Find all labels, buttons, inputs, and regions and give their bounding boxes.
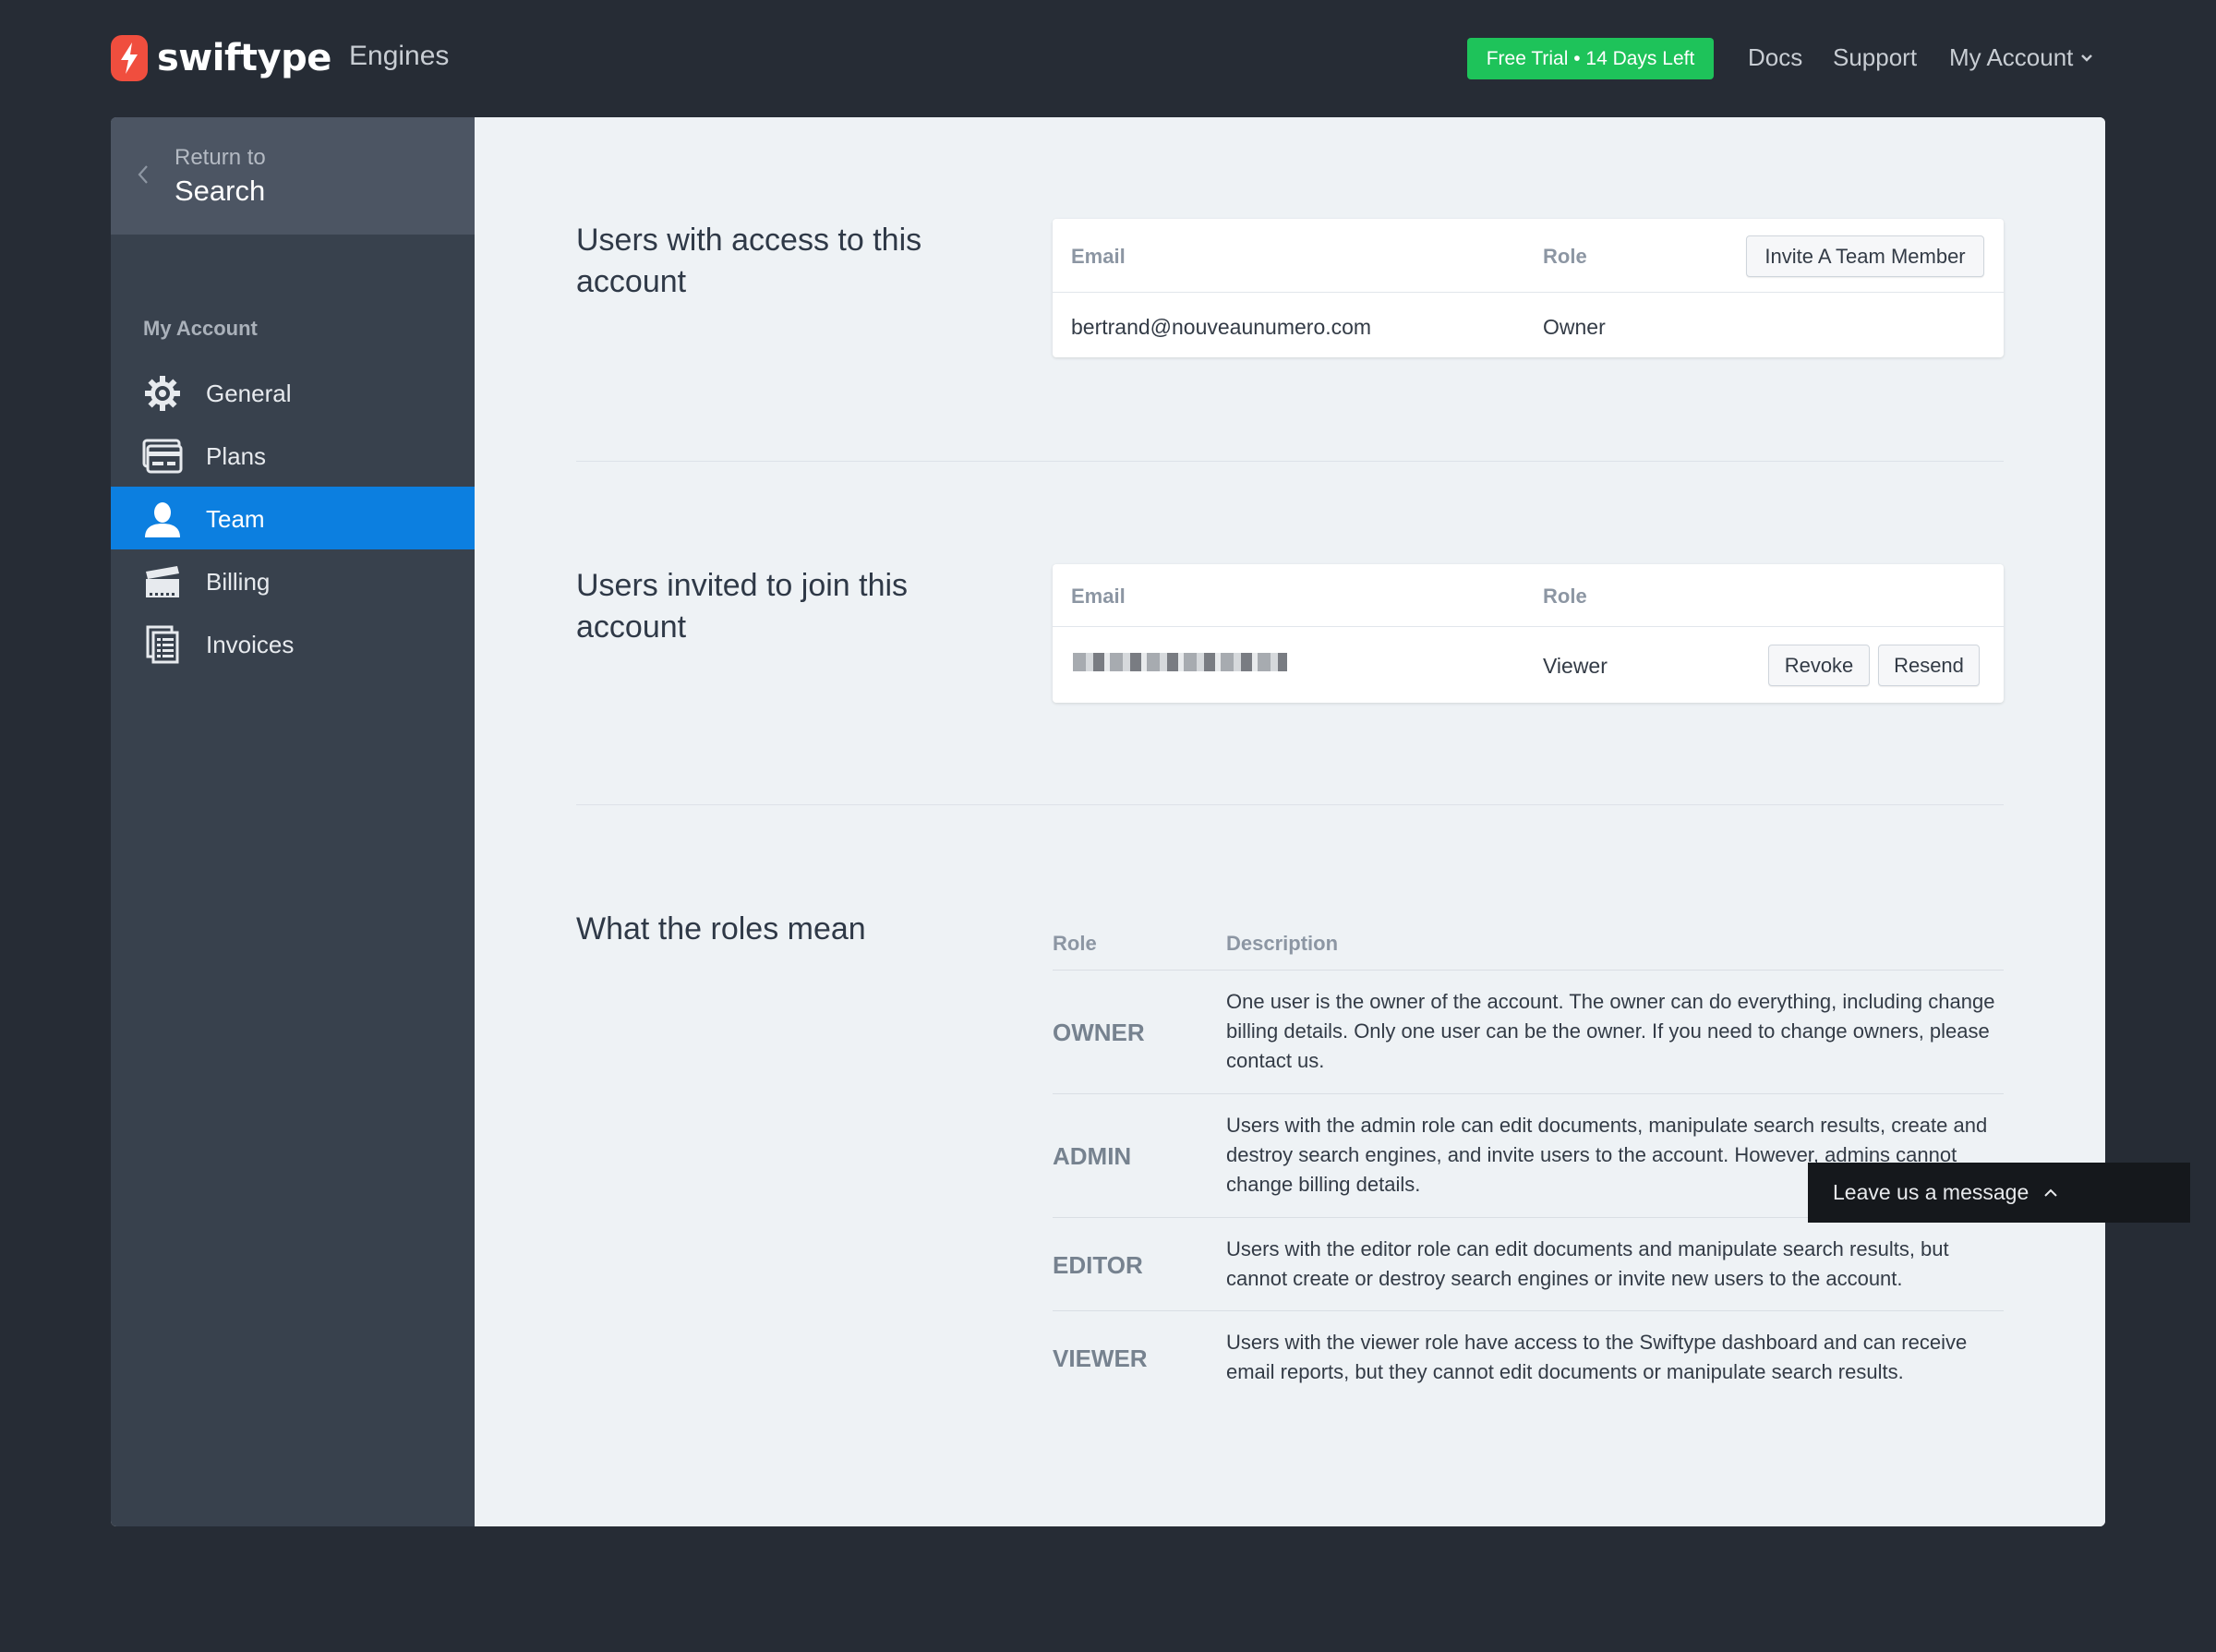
engines-link[interactable]: Engines bbox=[349, 41, 449, 72]
role-column-header: Role bbox=[1543, 585, 1587, 608]
sidebar-heading: My Account bbox=[143, 317, 258, 340]
top-bar: swiftype Engines Free Trial • 14 Days Le… bbox=[0, 0, 2216, 117]
sidebar: Return to Search My Account General Plan… bbox=[111, 117, 475, 1526]
role-row-owner: OWNER One user is the owner of the accou… bbox=[1053, 971, 2004, 1094]
chevron-left-icon bbox=[138, 165, 148, 184]
invite-team-member-button[interactable]: Invite A Team Member bbox=[1746, 235, 1984, 277]
lightning-icon bbox=[111, 35, 148, 81]
chevron-down-icon bbox=[2081, 54, 2093, 62]
user-icon bbox=[145, 502, 180, 537]
sidebar-item-label: Team bbox=[206, 505, 265, 533]
main-panel: Return to Search My Account General Plan… bbox=[111, 117, 2105, 1526]
content-area: Users with access to this account Email … bbox=[475, 117, 2105, 1526]
role-column-header: Role bbox=[1053, 932, 1097, 955]
my-account-menu[interactable]: My Account bbox=[1949, 43, 2093, 72]
sidebar-item-label: General bbox=[206, 380, 292, 407]
table-row: Viewer Revoke Resend bbox=[1053, 627, 2004, 703]
role-column-header: Role bbox=[1543, 245, 1587, 268]
user-role: Owner bbox=[1543, 315, 1606, 339]
sidebar-item-general[interactable]: General bbox=[111, 361, 475, 424]
gear-icon bbox=[145, 376, 180, 411]
role-row-viewer: VIEWER Users with the viewer role have a… bbox=[1053, 1311, 2004, 1404]
billing-icon bbox=[146, 566, 179, 597]
return-to-search-link[interactable]: Return to Search bbox=[111, 117, 475, 235]
sidebar-item-label: Invoices bbox=[206, 631, 295, 658]
chevron-up-icon bbox=[2044, 1188, 2057, 1197]
brand-name: swiftype bbox=[157, 37, 331, 79]
invoice-icon bbox=[146, 625, 179, 664]
resend-button[interactable]: Resend bbox=[1878, 645, 1980, 686]
invited-user-role: Viewer bbox=[1543, 654, 1608, 678]
sidebar-item-label: Billing bbox=[206, 568, 271, 596]
docs-link[interactable]: Docs bbox=[1748, 43, 1802, 72]
table-row: bertrand@nouveaunumero.com Owner bbox=[1053, 293, 2004, 357]
sidebar-item-label: Plans bbox=[206, 442, 267, 470]
sidebar-item-plans[interactable]: Plans bbox=[111, 424, 475, 487]
invited-users-table: Email Role Viewer Revoke Resend bbox=[1053, 564, 2004, 703]
role-name: VIEWER bbox=[1053, 1345, 1148, 1372]
users-table: Email Role Invite A Team Member bertrand… bbox=[1053, 219, 2004, 357]
redacted-email bbox=[1073, 653, 1287, 671]
email-column-header: Email bbox=[1071, 585, 1126, 608]
credit-card-icon bbox=[142, 439, 183, 474]
role-description: One user is the owner of the account. Th… bbox=[1226, 990, 1995, 1072]
role-name: OWNER bbox=[1053, 1019, 1145, 1046]
role-description: Users with the viewer role have access t… bbox=[1226, 1331, 1968, 1383]
role-description: Users with the editor role can edit docu… bbox=[1226, 1237, 1949, 1290]
revoke-button[interactable]: Revoke bbox=[1768, 645, 1870, 686]
user-email: bertrand@nouveaunumero.com bbox=[1071, 315, 1372, 339]
description-column-header: Description bbox=[1226, 932, 1339, 955]
leave-message-widget[interactable]: Leave us a message bbox=[1808, 1163, 2190, 1223]
sidebar-item-team[interactable]: Team bbox=[111, 487, 475, 549]
return-label: Return to bbox=[175, 145, 266, 170]
my-account-label: My Account bbox=[1949, 43, 2074, 71]
section-divider bbox=[576, 461, 2004, 462]
sidebar-item-invoices[interactable]: Invoices bbox=[111, 612, 475, 675]
return-target: Search bbox=[175, 175, 266, 207]
support-link[interactable]: Support bbox=[1833, 43, 1917, 72]
section-divider bbox=[576, 804, 2004, 805]
invited-table-header: Email Role bbox=[1053, 564, 2004, 627]
roles-section-title: What the roles mean bbox=[576, 911, 866, 947]
email-column-header: Email bbox=[1071, 245, 1126, 268]
roles-table-header: Role Description bbox=[1053, 922, 2004, 971]
chat-widget-label: Leave us a message bbox=[1833, 1180, 2029, 1204]
sidebar-item-billing[interactable]: Billing bbox=[111, 549, 475, 612]
users-section-title: Users with access to this account bbox=[576, 223, 922, 299]
invited-section-title: Users invited to join this account bbox=[576, 568, 909, 645]
role-row-editor: EDITOR Users with the editor role can ed… bbox=[1053, 1218, 2004, 1311]
role-name: ADMIN bbox=[1053, 1142, 1132, 1170]
swiftype-logo[interactable]: swiftype bbox=[111, 35, 331, 81]
role-name: EDITOR bbox=[1053, 1251, 1143, 1279]
free-trial-badge[interactable]: Free Trial • 14 Days Left bbox=[1467, 38, 1714, 79]
users-table-header: Email Role Invite A Team Member bbox=[1053, 219, 2004, 293]
